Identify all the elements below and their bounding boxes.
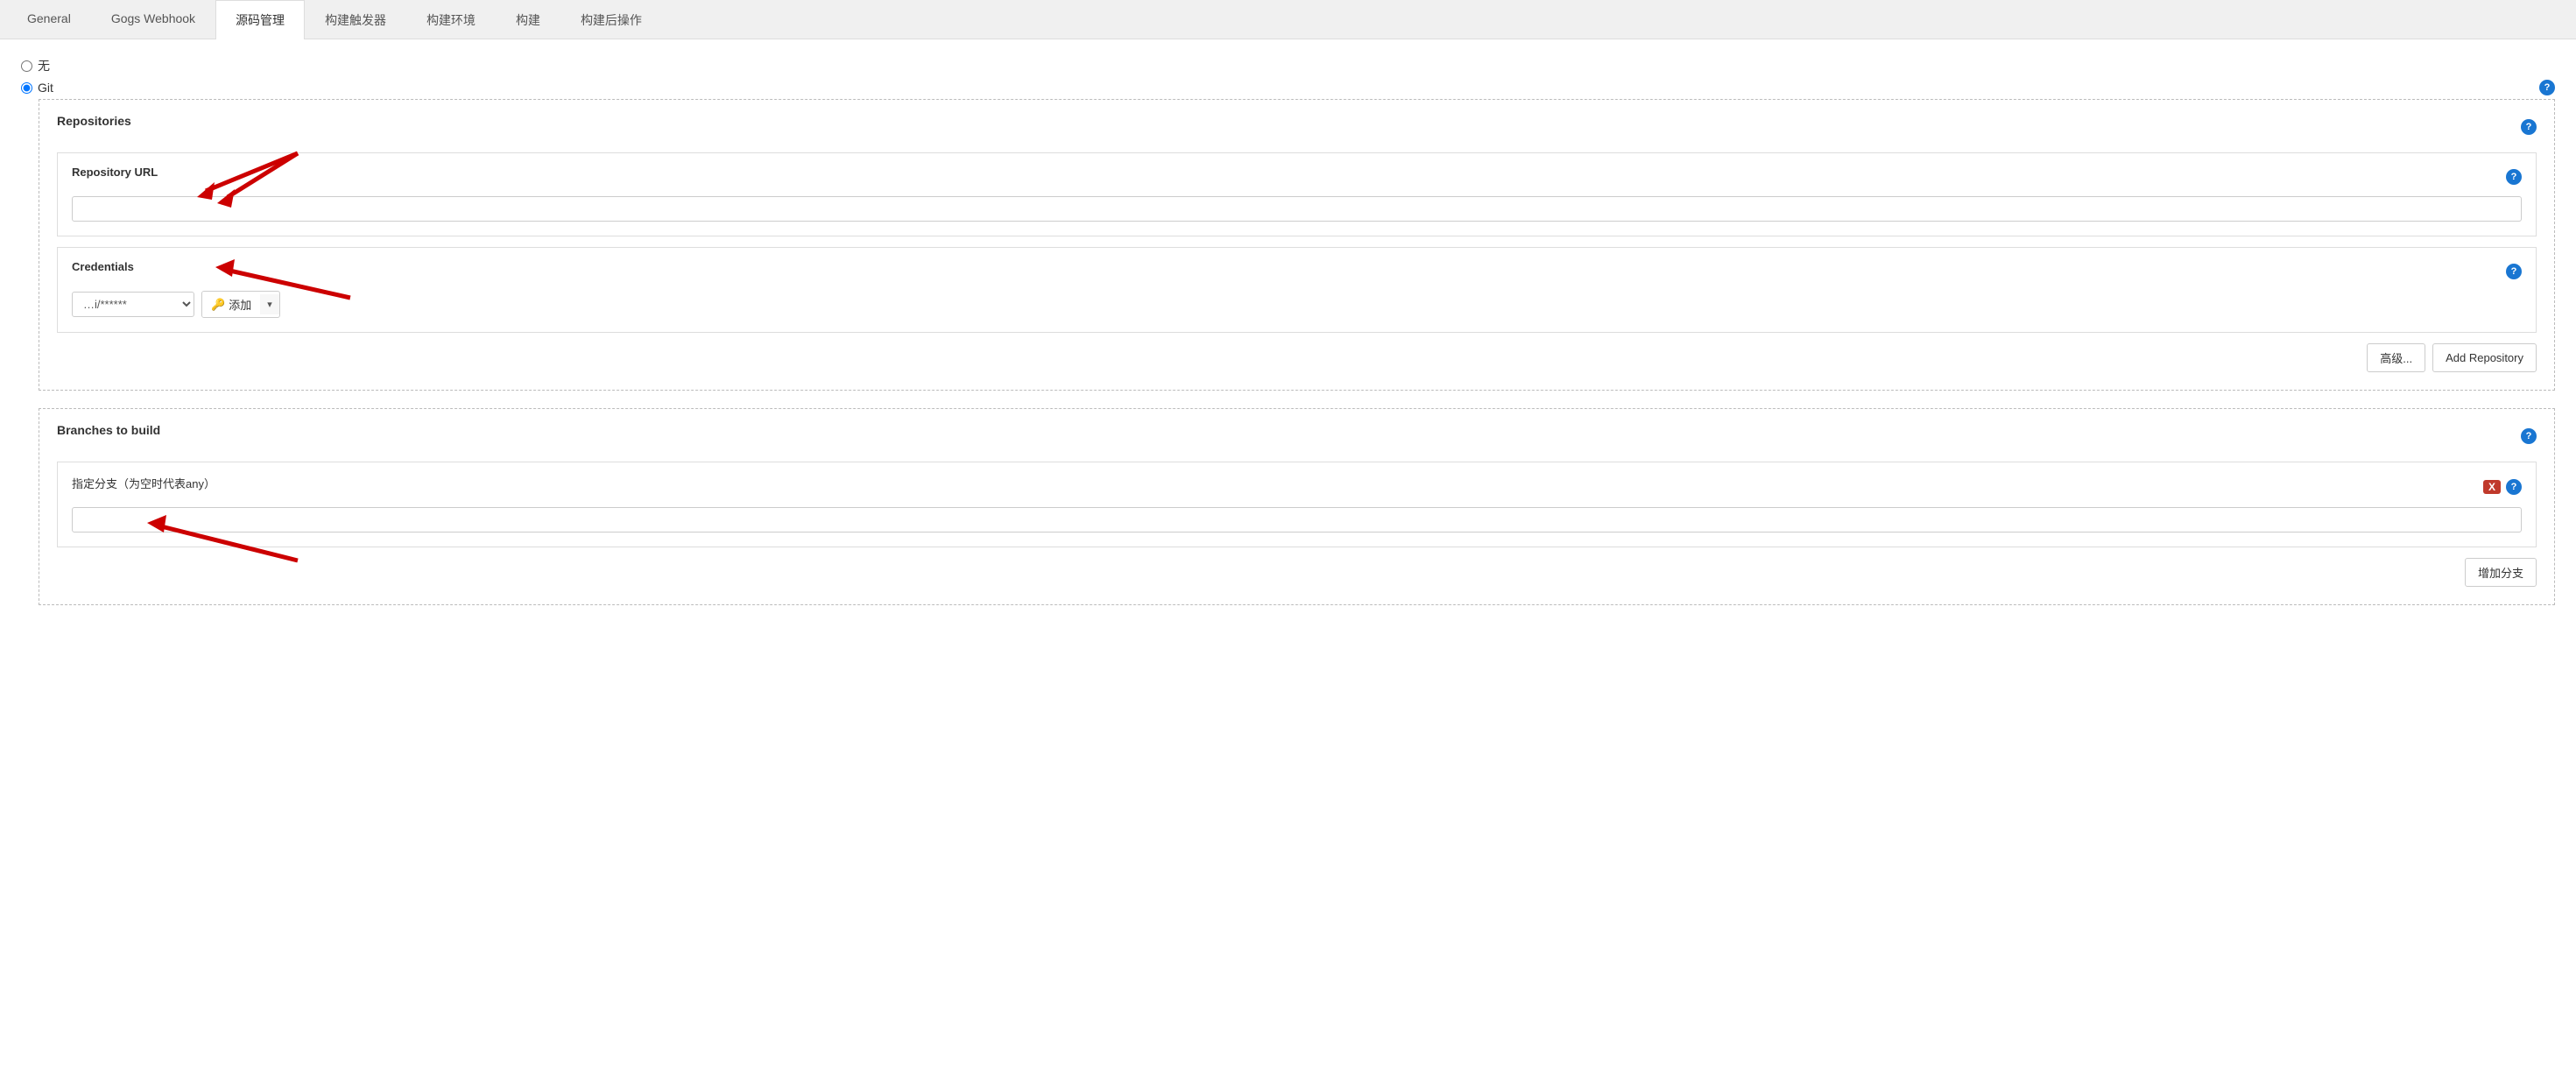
repo-url-header: Repository URL ? [72, 166, 2522, 187]
tab-general[interactable]: General [7, 0, 91, 39]
repository-url-subsection: Repository URL ? http://…​.​…​.​…​ui/Dem… [57, 152, 2537, 236]
radio-none-input[interactable] [21, 60, 32, 72]
tabs-bar: General Gogs Webhook 源码管理 构建触发器 构建环境 构建 … [0, 0, 2576, 39]
git-option-row: Git ? [21, 80, 2555, 95]
credentials-header: Credentials ? [72, 260, 2522, 282]
repositories-section: Repositories ? Repository URL ? http://…… [39, 99, 2555, 391]
branch-item-help-icon[interactable]: ? [2506, 479, 2522, 495]
tab-source-mgmt[interactable]: 源码管理 [215, 0, 305, 39]
branches-section: Branches to build ? 指定分支（为空时代表any） X ? *… [39, 408, 2555, 605]
add-branch-button[interactable]: 增加分支 [2465, 558, 2537, 587]
add-credentials-btn[interactable]: 🔑 添加 ▾ [201, 291, 280, 318]
tab-post-build[interactable]: 构建后操作 [560, 0, 662, 39]
radio-none[interactable]: 无 [21, 57, 2555, 74]
repo-url-help-icon[interactable]: ? [2506, 169, 2522, 185]
repo-url-title: Repository URL [72, 166, 158, 179]
tab-build[interactable]: 构建 [496, 0, 560, 39]
tab-gogs-webhook[interactable]: Gogs Webhook [91, 0, 215, 39]
add-credentials-dropdown-btn[interactable]: ▾ [260, 294, 279, 314]
branch-buttons-row: 增加分支 [57, 558, 2537, 587]
tab-build-trigger[interactable]: 构建触发器 [305, 0, 406, 39]
add-credentials-main-btn[interactable]: 🔑 添加 [202, 292, 260, 317]
branch-item-controls: X ? [2483, 479, 2522, 495]
repo-url-input[interactable]: http://…​.​…​.​…​ui/Demo.git [72, 196, 2522, 222]
radio-none-label: 无 [38, 57, 50, 74]
credentials-select[interactable]: …​i/****** [72, 292, 194, 317]
add-repository-button[interactable]: Add Repository [2432, 343, 2537, 372]
radio-git-label: Git [38, 81, 53, 95]
branch-item-label: 指定分支（为空时代表any） [72, 475, 215, 491]
branches-section-header: Branches to build ? [57, 423, 2537, 449]
credentials-row: …​i/****** 🔑 添加 ▾ [72, 291, 2522, 318]
credentials-subsection: Credentials ? …​i/****** 🔑 添加 ▾ [57, 247, 2537, 333]
repositories-help-icon[interactable]: ? [2521, 119, 2537, 135]
branch-delete-badge[interactable]: X [2483, 480, 2501, 494]
repo-buttons-row: 高级... Add Repository [57, 343, 2537, 372]
content-area: 无 Git ? Repositories ? Repository URL ? [0, 39, 2576, 1072]
branch-item-header: 指定分支（为空时代表any） X ? [72, 475, 2522, 498]
branches-help-icon[interactable]: ? [2521, 428, 2537, 444]
repositories-title: Repositories [57, 114, 131, 128]
credentials-help-icon[interactable]: ? [2506, 264, 2522, 279]
add-credentials-emoji: 🔑 [211, 298, 225, 312]
repositories-section-header: Repositories ? [57, 114, 2537, 140]
radio-git-input[interactable] [21, 82, 32, 94]
branch-item-subsection: 指定分支（为空时代表any） X ? */master [57, 462, 2537, 547]
credentials-title: Credentials [72, 260, 134, 273]
add-credentials-label: 添加 [229, 296, 251, 313]
git-help-icon[interactable]: ? [2539, 80, 2555, 95]
radio-git[interactable]: Git [21, 81, 53, 95]
advanced-button[interactable]: 高级... [2367, 343, 2425, 372]
tab-build-env[interactable]: 构建环境 [406, 0, 496, 39]
branch-input[interactable]: */master [72, 507, 2522, 532]
branches-title: Branches to build [57, 423, 160, 437]
